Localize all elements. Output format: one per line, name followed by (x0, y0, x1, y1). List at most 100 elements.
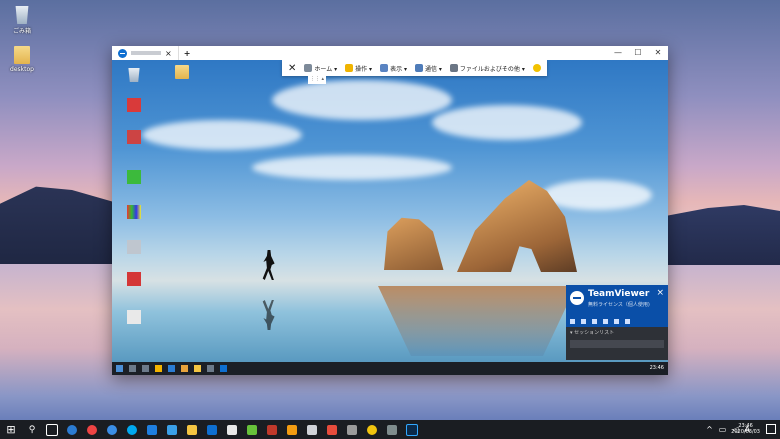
end-session-button[interactable]: ✕ (288, 63, 296, 74)
search-icon[interactable] (129, 365, 136, 372)
remote-icon-app[interactable] (122, 240, 146, 256)
app-icon (327, 424, 337, 435)
minimize-button[interactable]: — (608, 46, 628, 60)
remote-icon-app[interactable] (122, 130, 146, 146)
taskbar-app[interactable] (362, 420, 382, 439)
teamviewer-icon[interactable] (220, 365, 227, 372)
toolbar-home[interactable]: ホーム ▾ (304, 64, 337, 73)
taskbar-photoshop[interactable] (402, 420, 422, 439)
clock[interactable]: 23:46 2020/03/03 (731, 423, 760, 435)
expand-icon[interactable] (625, 318, 630, 324)
desktop-icon-folder[interactable]: desktop (2, 46, 42, 73)
maximize-button[interactable]: ☐ (628, 46, 648, 60)
taskbar-explorer[interactable] (182, 420, 202, 439)
edge-icon[interactable] (168, 365, 175, 372)
taskbar-app[interactable] (342, 420, 362, 439)
remote-icon-app[interactable] (122, 272, 146, 288)
taskbar-chrome[interactable] (82, 420, 102, 439)
chat-icon[interactable] (581, 318, 586, 324)
draw-icon[interactable] (614, 318, 619, 324)
toolbar-label: 操作 ▾ (355, 65, 373, 73)
remote-icon-app[interactable] (122, 98, 146, 114)
taskbar-app[interactable] (282, 420, 302, 439)
panel-close-button[interactable]: × (656, 288, 664, 298)
rock-reflection (378, 286, 576, 356)
cloud (542, 180, 652, 210)
cloud (252, 155, 452, 180)
task-view-icon (46, 423, 58, 436)
smiley-icon (532, 64, 541, 72)
communicate-icon (414, 64, 423, 72)
remote-icon-app[interactable] (122, 205, 146, 221)
session-row[interactable] (570, 340, 664, 348)
toolbar-label: 表示 ▾ (390, 65, 407, 73)
explorer-icon[interactable] (194, 365, 201, 372)
new-tab-button[interactable]: + (179, 49, 196, 58)
remote-desktop-view[interactable]: ✕ ホーム ▾ 操作 ▾ 表示 ▾ 通信 ▾ ファイルおよびその他 ▾ ⋮⋮ ▴… (112, 60, 668, 375)
app-icon (247, 424, 257, 435)
taskbar-app[interactable] (162, 420, 182, 439)
feedback-smiley-icon[interactable] (532, 64, 541, 72)
photoshop-icon (406, 423, 418, 436)
taskbar-edge[interactable] (62, 420, 82, 439)
taskbar-teamviewer[interactable] (202, 420, 222, 439)
search-button[interactable]: ⚲ (22, 420, 42, 439)
app-icon[interactable] (207, 365, 214, 372)
filezilla-icon (267, 424, 277, 435)
action-icon (345, 64, 354, 72)
toolbar-actions[interactable]: 操作 ▾ (345, 64, 372, 73)
panel-header: TeamViewer 無料ライセンス（個人使用) × (566, 285, 668, 315)
share-icon[interactable] (592, 318, 597, 324)
close-window-button[interactable]: ✕ (648, 46, 668, 60)
task-view-button[interactable] (42, 420, 62, 439)
chrome-icon (87, 424, 97, 435)
toolbar-collapse-button[interactable]: ⋮⋮ ▴ (308, 76, 326, 84)
start-button[interactable]: ⊞ (0, 423, 22, 436)
desktop-icon-label: ごみ箱 (12, 28, 31, 35)
start-icon[interactable] (116, 365, 123, 372)
document-icon (127, 310, 141, 324)
taskbar-dropbox[interactable] (142, 420, 162, 439)
close-tab-button[interactable]: × (165, 49, 172, 58)
app-icon (367, 424, 377, 435)
cloud (142, 120, 302, 150)
toolbar-view[interactable]: 表示 ▾ (380, 64, 407, 73)
video-icon[interactable] (570, 318, 575, 324)
task-view-icon[interactable] (142, 365, 149, 372)
session-list-label[interactable]: ▾ セッションリスト (570, 329, 664, 336)
panel-license: 無料ライセンス（個人使用) (588, 302, 650, 308)
taskbar-app[interactable] (302, 420, 322, 439)
window-titlebar: × + — ☐ ✕ (112, 46, 668, 60)
recycle-bin-icon (15, 6, 29, 24)
app-icon (287, 424, 297, 435)
network-icon[interactable]: ▭ (719, 425, 727, 434)
session-tab[interactable]: × (112, 46, 179, 60)
remote-icon-recycle[interactable] (122, 68, 146, 84)
remote-icon-app[interactable] (122, 170, 146, 186)
chrome-icon[interactable] (155, 365, 162, 372)
remote-clock: 23:46 (649, 365, 664, 371)
remote-icon-folder[interactable] (170, 65, 194, 81)
app-icon (167, 424, 177, 435)
toolbar-files[interactable]: ファイルおよびその他 ▾ (449, 64, 525, 73)
taskbar-app[interactable] (382, 420, 402, 439)
folder-icon (14, 46, 30, 64)
taskbar-app[interactable] (322, 420, 342, 439)
files-icon[interactable] (603, 318, 608, 324)
dropbox-icon (147, 424, 157, 435)
toolbar-communicate[interactable]: 通信 ▾ (414, 64, 442, 73)
taskbar-skype[interactable] (122, 420, 142, 439)
firefox-icon[interactable] (181, 365, 188, 372)
desktop-icon-recycle-bin[interactable]: ごみ箱 (2, 6, 42, 35)
taskbar-filezilla[interactable] (262, 420, 282, 439)
taskbar-ie[interactable] (102, 420, 122, 439)
chevron-up-icon[interactable]: ^ (706, 425, 713, 434)
remote-icon-app[interactable] (122, 310, 146, 326)
remote-taskbar: 23:46 (112, 362, 668, 375)
taskbar-notepad[interactable] (222, 420, 242, 439)
runner-silhouette (262, 250, 275, 280)
notification-icon[interactable] (766, 424, 776, 434)
taskbar-app[interactable] (242, 420, 262, 439)
session-list: ▾ セッションリスト (566, 327, 668, 360)
mountain-right (660, 205, 780, 265)
